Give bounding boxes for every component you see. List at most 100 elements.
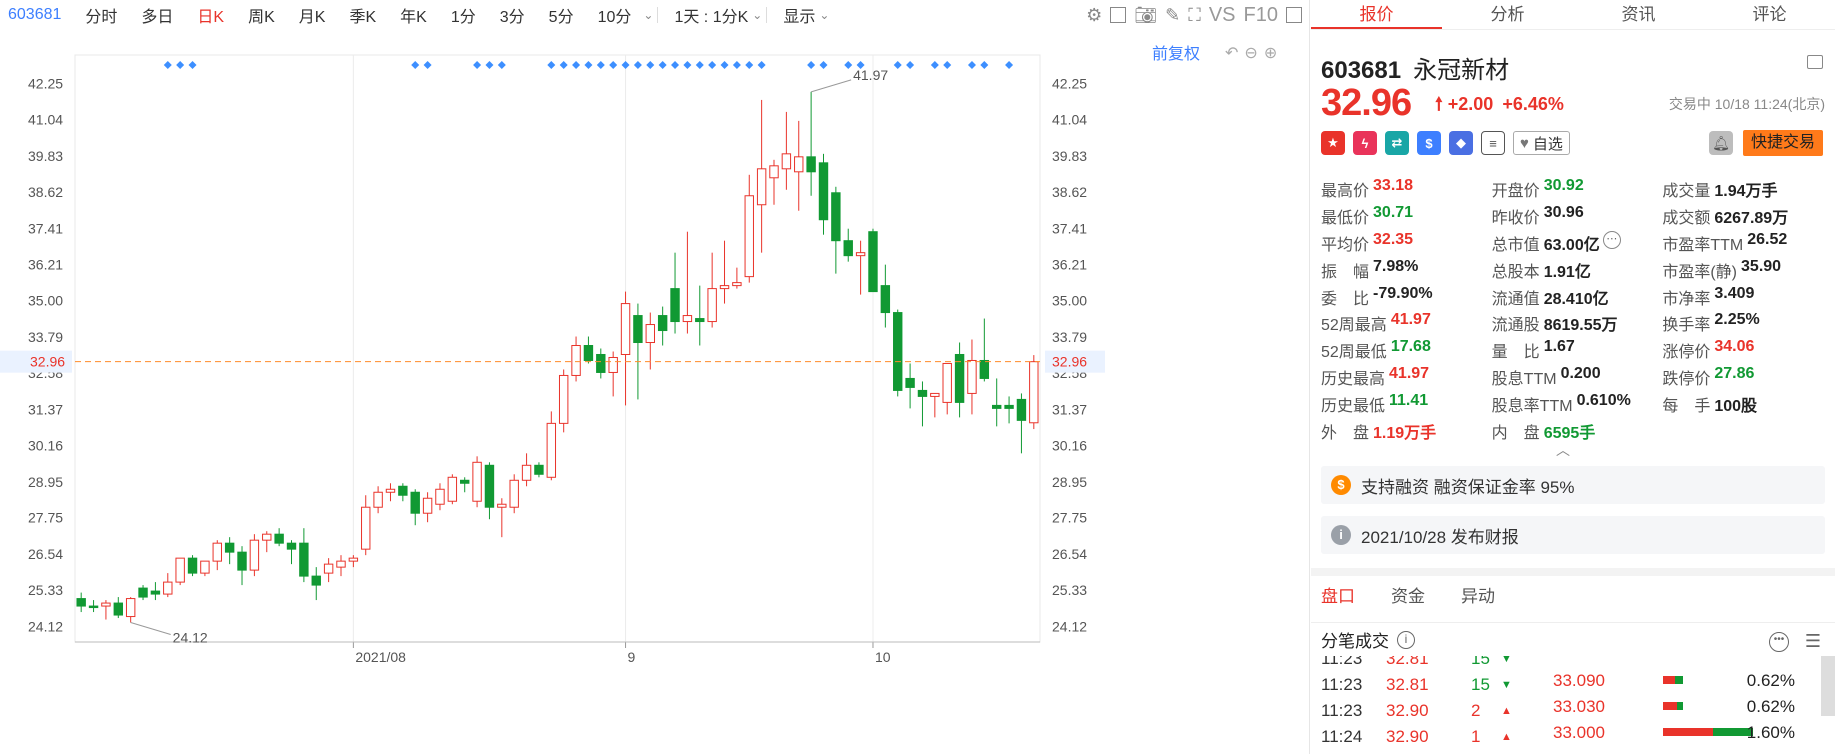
order-book-levels: 33.090 0.62% 33.030 0.62% 33.000 1.60%: [1543, 656, 1835, 754]
tab-quarterly-k[interactable]: 季K: [337, 3, 388, 27]
candle-down: [657, 315, 668, 332]
gear-icon[interactable]: ⚙: [1086, 6, 1102, 24]
add-watchlist-button[interactable]: ♥ 自选: [1513, 131, 1570, 155]
shuffle-icon[interactable]: ⇄: [1385, 131, 1409, 155]
candle-up: [558, 374, 569, 424]
more-icon[interactable]: ⋯: [1602, 230, 1621, 249]
candlestick-chart[interactable]: 42.25 42.25 41.04 41.04 39.83 39.83 38.62 38.62…: [0, 30, 1310, 754]
camera-icon[interactable]: 📷︎: [1134, 6, 1157, 24]
quick-trade-button[interactable]: 快捷交易: [1743, 130, 1824, 156]
y-tick-label-left: 38.62: [28, 184, 63, 200]
margin-notice[interactable]: $ 支持融资 融资保证金率 95%: [1321, 466, 1825, 504]
tab-anomaly[interactable]: 异动: [1461, 582, 1495, 607]
tab-monthly-k[interactable]: 月K: [287, 3, 338, 27]
event-marker: [176, 61, 185, 69]
tab-comments[interactable]: 评论: [1704, 0, 1835, 29]
stock-code-link[interactable]: 603681: [0, 6, 73, 24]
tab-3min[interactable]: 3分: [488, 3, 537, 27]
event-marker: [745, 61, 754, 69]
candle-up: [781, 153, 792, 170]
margin-notice-text: 支持融资 融资保证金率 95%: [1361, 477, 1575, 497]
quote-row: 外 盘 1.19万手内 盘 6595手: [1321, 417, 1833, 444]
toolbar-divider: [766, 7, 768, 23]
trade-tape: 11:23 32.81 15 ▼ 11:23 32.81 15 ▼ 11:23 32.90 2 ▲ 11…: [1311, 656, 1521, 754]
tape-time: 11:23: [1321, 701, 1363, 720]
pencil-icon[interactable]: ✎: [1165, 6, 1180, 24]
china-flag-icon[interactable]: ★: [1321, 131, 1345, 155]
candle-up: [323, 563, 334, 574]
tag-icon[interactable]: ◆: [1449, 131, 1473, 155]
scrollbar[interactable]: [1821, 656, 1835, 716]
y-tick-label-right: 38.62: [1052, 184, 1087, 200]
tab-analysis[interactable]: 分析: [1442, 0, 1573, 29]
candle-up: [497, 503, 507, 508]
list-icon[interactable]: ☰: [1805, 631, 1821, 652]
tab-5min[interactable]: 5分: [537, 3, 586, 27]
tape-price: 32.90: [1386, 701, 1429, 720]
candle-up: [608, 356, 618, 373]
y-tick-label-left: 39.83: [28, 148, 63, 164]
layout-icon[interactable]: [1807, 55, 1823, 69]
tab-news[interactable]: 资讯: [1573, 0, 1704, 29]
current-price-tag-right: 32.96: [1052, 354, 1087, 370]
notes-icon[interactable]: ≡: [1481, 131, 1505, 155]
y-tick-label-left: 28.95: [28, 474, 63, 490]
quote-row: 最低价 30.71 昨收价 30.96 成交额 6267.89万: [1321, 203, 1833, 230]
bell-icon[interactable]: 🔔︎: [1709, 131, 1733, 155]
quote-cell: 成交量 1.94万手: [1662, 177, 1833, 201]
period-select[interactable]: 1天 : 1分K: [662, 3, 760, 27]
quote-value: 100股: [1714, 397, 1758, 415]
chevron-up-icon[interactable]: ︿: [1556, 440, 1570, 460]
event-marker: [967, 61, 976, 69]
y-tick-label-right: 37.41: [1052, 220, 1087, 236]
tab-10min[interactable]: 10分: [586, 3, 644, 27]
checkbox-icon[interactable]: [1110, 7, 1127, 23]
price-change: 🠕 +2.00 +6.46%: [1435, 92, 1564, 122]
candle-down: [150, 590, 161, 595]
x-tick-label: 2021/08: [355, 649, 406, 665]
chevron-down-icon[interactable]: ⌄: [819, 8, 829, 22]
tab-intraday[interactable]: 分时: [73, 3, 129, 27]
tab-1min[interactable]: 1分: [439, 3, 488, 27]
candles-layer: [76, 91, 1039, 623]
book-bar-green: [1675, 676, 1683, 684]
quote-value: 8619.55万: [1543, 317, 1618, 335]
quote-value: 0.610%: [1576, 391, 1631, 409]
tape-price: 32.90: [1386, 727, 1429, 746]
earnings-notice[interactable]: i 2021/10/28 发布财报: [1321, 516, 1825, 554]
tab-order-book[interactable]: 盘口: [1321, 582, 1355, 607]
x-tick-label: 10: [875, 649, 891, 665]
book-price: 33.090: [1553, 671, 1605, 690]
chevron-down-icon[interactable]: ⌄: [752, 8, 762, 22]
current-price-tag-left: 32.96: [30, 354, 65, 370]
info-icon[interactable]: i: [1397, 630, 1415, 649]
lightning-icon[interactable]: ϟ: [1353, 131, 1377, 155]
quote-value: 1.19万手: [1373, 424, 1437, 442]
panel-toggle-icon[interactable]: [1286, 7, 1302, 23]
tab-multiday[interactable]: 多日: [129, 3, 185, 27]
tab-daily-k[interactable]: 日K: [185, 3, 236, 27]
app-root: 603681 分时 多日 日K 周K 月K 季K 年K 1分 3分 5分 10分…: [0, 0, 1835, 754]
f10-button[interactable]: F10: [1244, 5, 1278, 25]
quote-label: 市盈率TTM: [1662, 236, 1744, 254]
dollar-icon[interactable]: $: [1417, 131, 1441, 155]
quote-cell: 成交额 6267.89万: [1662, 204, 1833, 228]
tape-time: 11:24: [1321, 727, 1363, 746]
tab-capital-flow[interactable]: 资金: [1391, 582, 1425, 607]
tab-weekly-k[interactable]: 周K: [236, 3, 287, 27]
vs-button[interactable]: VS: [1209, 5, 1236, 25]
candle-up: [571, 345, 581, 376]
quote-value: 17.68: [1390, 338, 1431, 356]
last-price: 32.96: [1321, 82, 1412, 124]
more-options-icon[interactable]: •••: [1769, 632, 1789, 652]
chevron-down-icon[interactable]: ⌄: [643, 8, 653, 22]
candle-up: [794, 156, 804, 173]
quote-value: 26.52: [1747, 230, 1788, 248]
quote-label: 股息率TTM: [1491, 397, 1573, 415]
fullscreen-icon[interactable]: ⛶: [1188, 6, 1201, 24]
tab-quote[interactable]: 报价: [1311, 0, 1442, 29]
arrow-down-icon: ▼: [1501, 679, 1512, 691]
event-marker: [980, 61, 989, 69]
tab-yearly-k[interactable]: 年K: [388, 3, 439, 27]
book-percent: 1.60%: [1746, 723, 1795, 742]
